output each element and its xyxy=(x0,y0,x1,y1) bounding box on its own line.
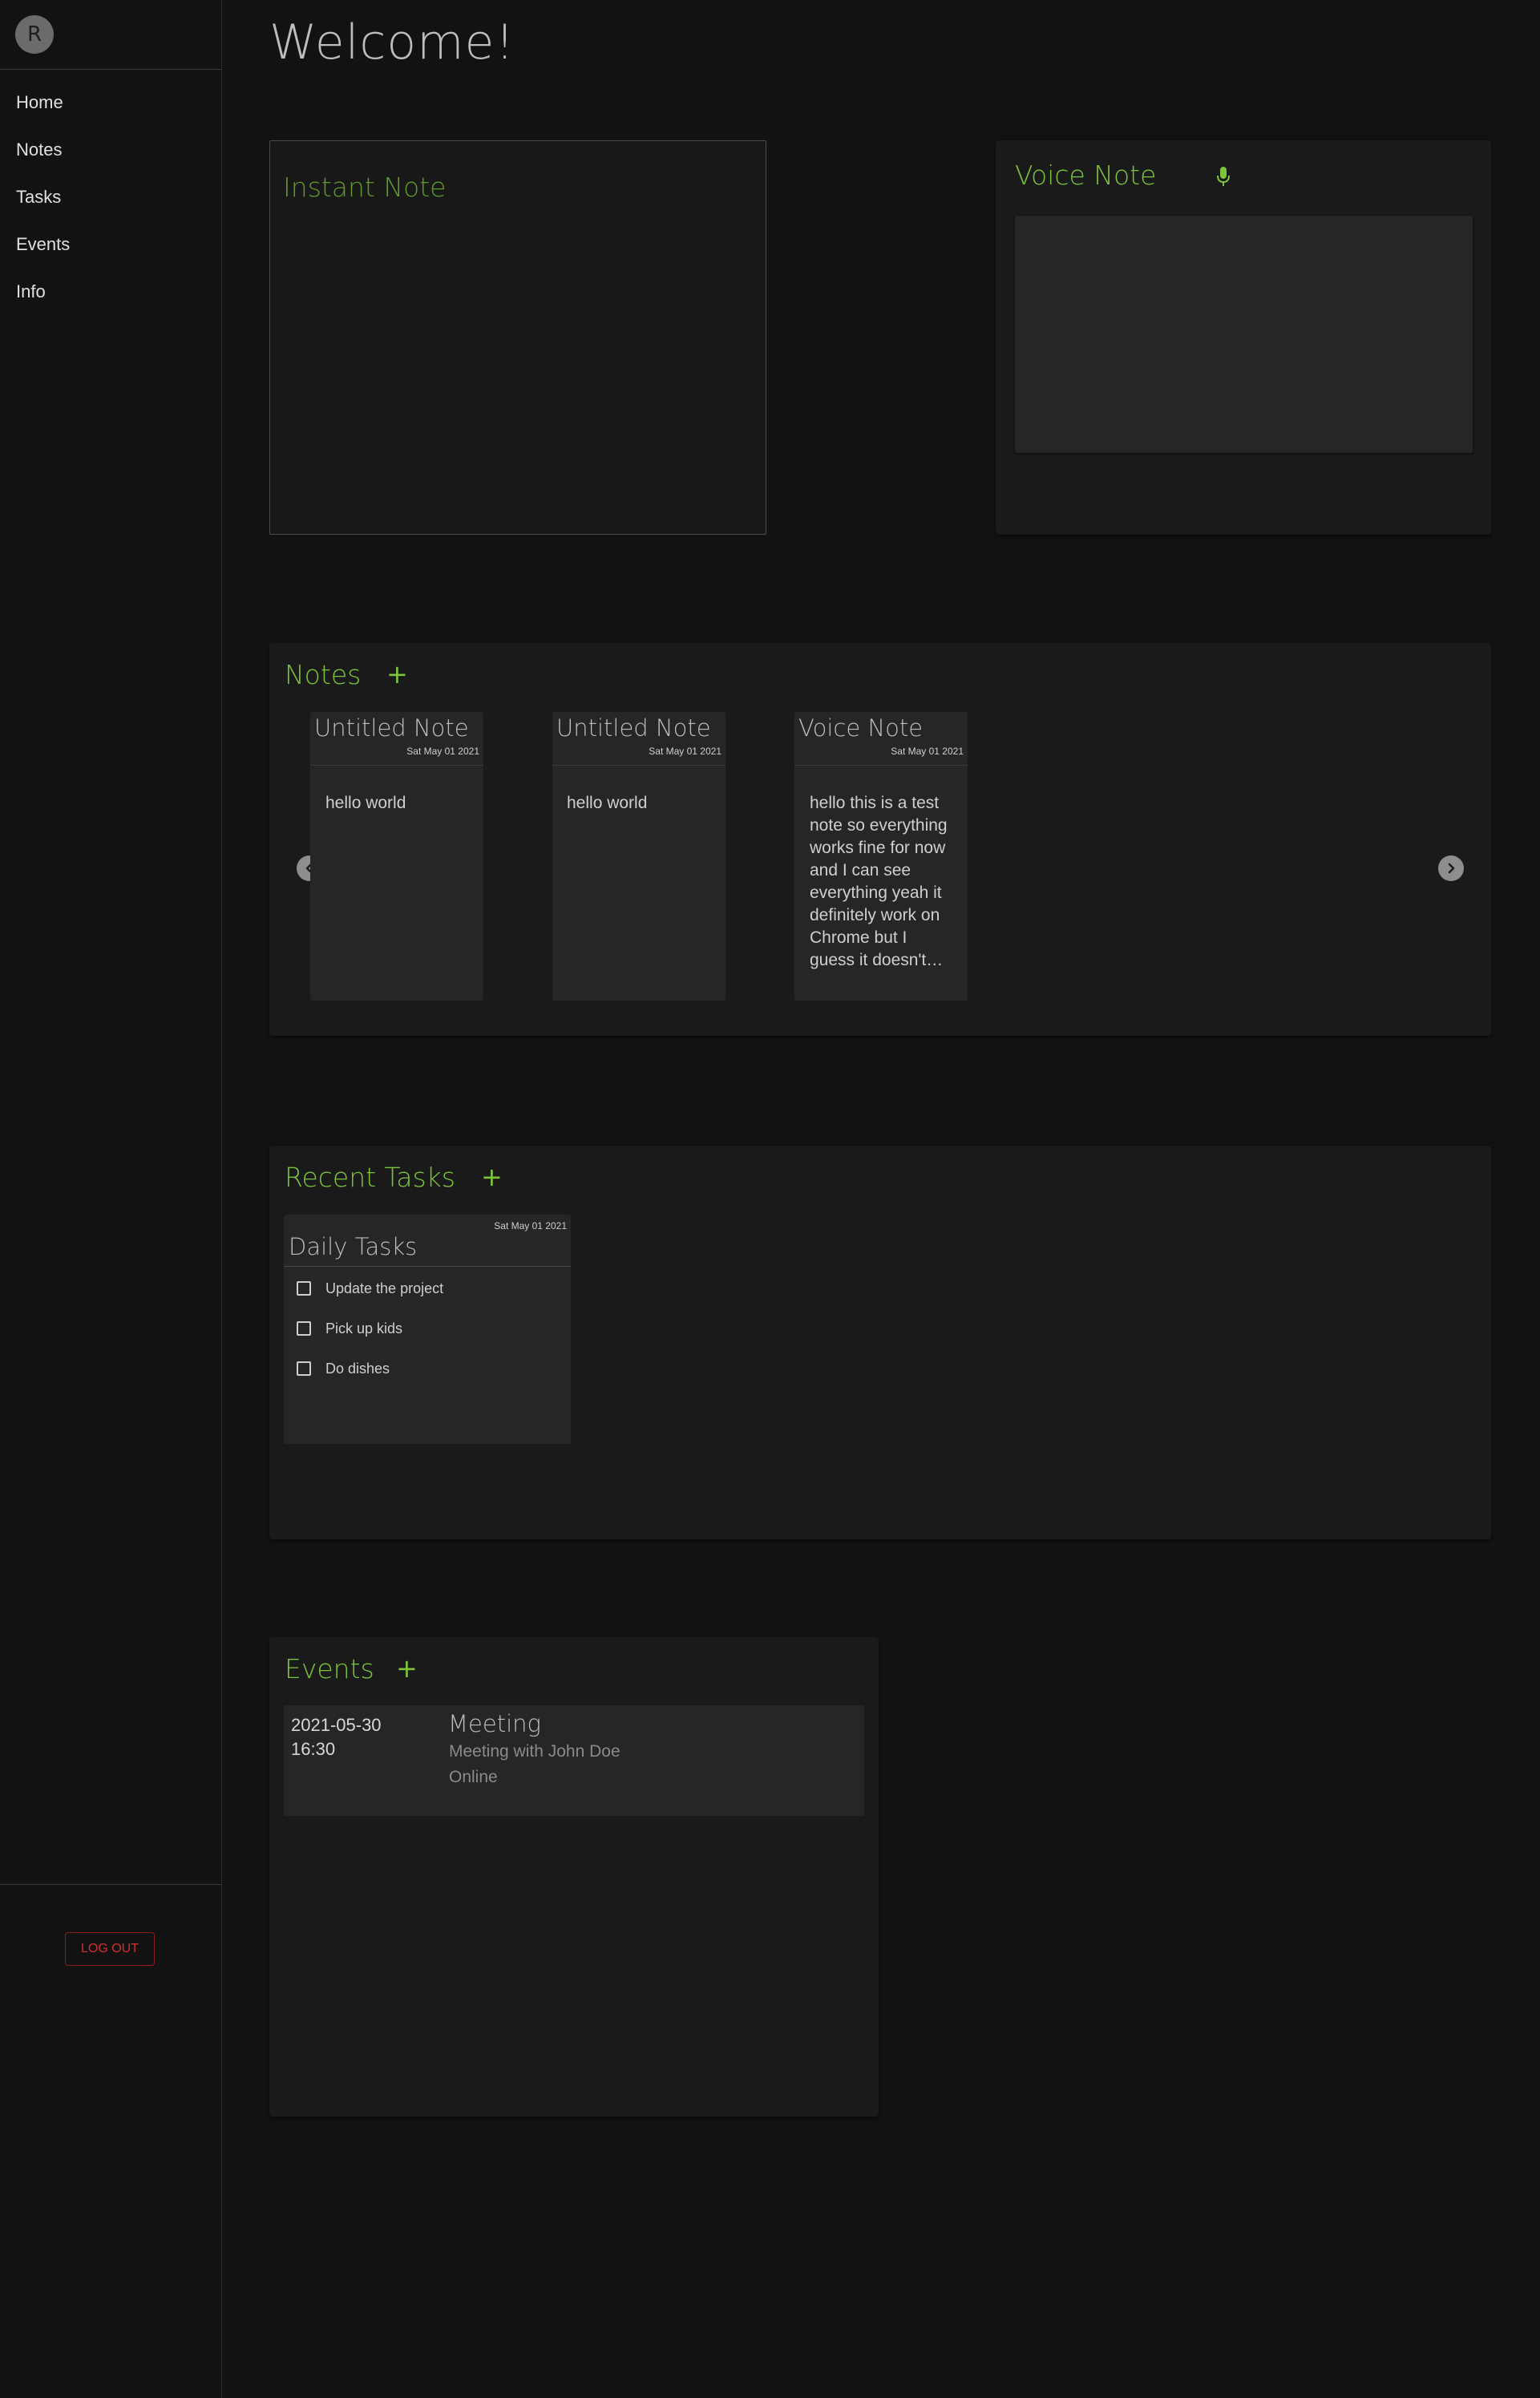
sidebar-item-info[interactable]: Info xyxy=(0,268,221,315)
event-card[interactable]: 2021-05-30 16:30 Meeting Meeting with Jo… xyxy=(284,1705,864,1816)
voice-note-title: Voice Note xyxy=(1015,160,1157,191)
task-date: Sat May 01 2021 xyxy=(494,1220,567,1231)
tasks-panel: Recent Tasks + Sat May 01 2021 Daily Tas… xyxy=(269,1146,1491,1539)
event-location: Online xyxy=(449,1768,498,1786)
sidebar: R Home Notes Tasks Events Info LOG OUT xyxy=(0,0,222,2398)
note-divider xyxy=(552,765,726,766)
add-task-button[interactable]: + xyxy=(481,1162,503,1192)
avatar[interactable]: R xyxy=(15,15,54,54)
note-body: hello this is a test note so everything … xyxy=(810,794,948,969)
sidebar-nav: Home Notes Tasks Events Info xyxy=(0,79,221,315)
note-card[interactable]: Untitled Note Sat May 01 2021 hello worl… xyxy=(552,712,726,1001)
voice-transcript-area[interactable] xyxy=(1015,216,1473,453)
note-title: Untitled Note xyxy=(556,714,711,742)
task-item: Do dishes xyxy=(297,1359,390,1378)
events-section-title: Events xyxy=(285,1653,374,1684)
event-date: 2021-05-30 xyxy=(291,1715,382,1735)
add-note-button[interactable]: + xyxy=(386,659,408,689)
sidebar-item-events[interactable]: Events xyxy=(0,220,221,268)
sidebar-item-notes[interactable]: Notes xyxy=(0,126,221,173)
avatar-initial: R xyxy=(26,22,42,47)
microphone-icon[interactable] xyxy=(1216,166,1231,188)
event-description: Meeting with John Doe xyxy=(449,1742,620,1761)
carousel-next-button[interactable] xyxy=(1438,855,1464,881)
task-label: Pick up kids xyxy=(325,1320,403,1336)
note-divider xyxy=(310,765,483,766)
task-divider xyxy=(284,1266,571,1267)
note-title: Voice Note xyxy=(798,714,924,742)
task-item: Pick up kids xyxy=(297,1319,402,1338)
note-date: Sat May 01 2021 xyxy=(649,746,721,757)
instant-note-title: Instant Note xyxy=(283,172,447,203)
event-title: Meeting xyxy=(448,1710,541,1737)
add-event-button[interactable]: + xyxy=(396,1653,418,1684)
events-panel: Events + 2021-05-30 16:30 Meeting Meetin… xyxy=(269,1637,879,2117)
page-title: Welcome! xyxy=(269,14,515,71)
notes-panel: Notes + Untitled Note Sat May 01 2021 he… xyxy=(269,643,1491,1036)
task-list-title: Daily Tasks xyxy=(289,1233,418,1260)
note-title: Untitled Note xyxy=(314,714,469,742)
voice-note-panel: Voice Note xyxy=(996,140,1491,535)
note-card[interactable]: Voice Note Sat May 01 2021 hello this is… xyxy=(794,712,968,1001)
note-date: Sat May 01 2021 xyxy=(891,746,964,757)
sidebar-item-tasks[interactable]: Tasks xyxy=(0,173,221,220)
note-divider xyxy=(794,765,968,766)
task-card[interactable]: Sat May 01 2021 Daily Tasks Update the p… xyxy=(284,1215,571,1444)
sidebar-divider xyxy=(0,69,221,70)
task-item: Update the project xyxy=(297,1279,443,1298)
tasks-section-title: Recent Tasks xyxy=(285,1162,455,1193)
chevron-right-icon xyxy=(1448,863,1455,874)
task-label: Do dishes xyxy=(325,1360,390,1377)
task-checkbox[interactable] xyxy=(297,1361,311,1376)
sidebar-divider-bottom xyxy=(0,1884,221,1885)
task-checkbox[interactable] xyxy=(297,1321,311,1336)
sidebar-item-home[interactable]: Home xyxy=(0,79,221,126)
task-checkbox[interactable] xyxy=(297,1281,311,1296)
note-date: Sat May 01 2021 xyxy=(406,746,479,757)
note-body: hello world xyxy=(567,794,648,812)
note-body: hello world xyxy=(325,794,406,812)
event-time: 16:30 xyxy=(291,1739,336,1759)
logout-button[interactable]: LOG OUT xyxy=(65,1932,155,1966)
notes-section-title: Notes xyxy=(285,659,362,690)
note-card[interactable]: Untitled Note Sat May 01 2021 hello worl… xyxy=(310,712,483,1001)
instant-note-editor[interactable]: Instant Note xyxy=(269,140,766,535)
event-datetime: 2021-05-30 16:30 xyxy=(291,1713,382,1761)
task-label: Update the project xyxy=(325,1280,444,1296)
